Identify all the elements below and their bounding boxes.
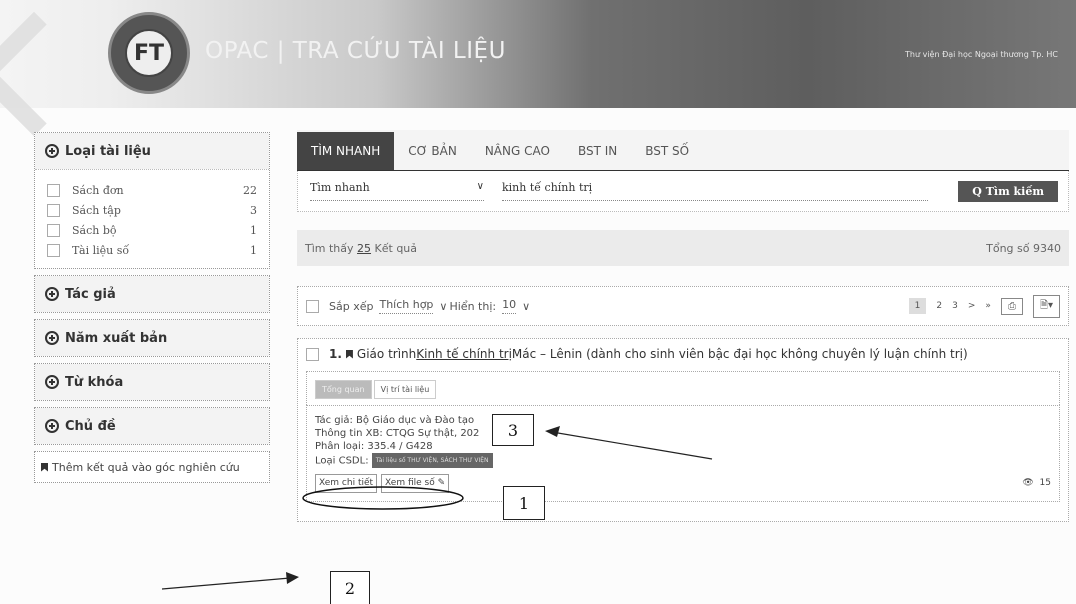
callout-3: 3 (492, 414, 534, 446)
callout-2: 2 (330, 571, 370, 604)
callout-1: 1 (503, 486, 545, 520)
classification-circle (302, 486, 464, 510)
arrow-2 (161, 577, 291, 590)
arrow-3-head (545, 426, 560, 437)
arrow-2-head (286, 572, 299, 584)
arrow-3 (551, 431, 713, 460)
